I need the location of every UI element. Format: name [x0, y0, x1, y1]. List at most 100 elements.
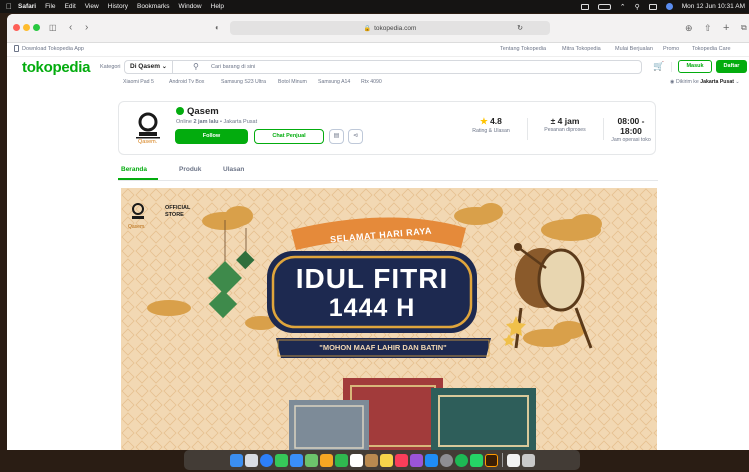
menu-edit[interactable]: Edit: [65, 3, 76, 10]
banner-headline-1: IDUL FITRI: [295, 263, 449, 294]
control-center-icon[interactable]: [648, 3, 657, 10]
maps-icon[interactable]: [304, 453, 318, 467]
follow-button[interactable]: Follow: [175, 129, 248, 144]
delivery-city: Jakarta Pusat: [700, 79, 734, 85]
banner-headline-2: 1444 H: [328, 294, 416, 322]
siri-icon[interactable]: [665, 3, 673, 10]
app-store-icon[interactable]: [424, 453, 438, 467]
register-button[interactable]: Daftar: [716, 60, 747, 73]
menu-bookmarks[interactable]: Bookmarks: [137, 3, 170, 10]
messages-icon[interactable]: [274, 453, 288, 467]
notes-icon[interactable]: [379, 453, 393, 467]
search-scope-dropdown[interactable]: Di Qasem ⌄: [125, 61, 173, 73]
launchpad-icon[interactable]: [244, 453, 258, 467]
system-settings-icon[interactable]: [439, 453, 453, 467]
tab-beranda[interactable]: Beranda: [121, 166, 147, 173]
link-tentang[interactable]: Tentang Tokopedia: [500, 46, 546, 52]
active-tab-indicator: [118, 178, 158, 180]
wifi-icon[interactable]: ⌃: [620, 3, 626, 11]
new-tab-icon[interactable]: +: [723, 21, 729, 35]
share-icon[interactable]: ⇧: [704, 21, 712, 35]
shop-logo[interactable]: Qasem.: [131, 110, 165, 146]
info-icon: ▤: [333, 133, 340, 139]
search-input[interactable]: Di Qasem ⌄ ⚲ Cari barang di sini: [124, 60, 642, 74]
search-spotlight-icon[interactable]: ⚲: [635, 3, 640, 11]
address-bar[interactable]: 🔒 tokopedia.com ↻: [230, 21, 550, 35]
official-store-label: OFFICIAL STORE: [165, 205, 190, 219]
back-icon[interactable]: ‹: [69, 21, 72, 35]
search-icon: ⚲: [193, 62, 199, 71]
reload-icon[interactable]: ↻: [517, 24, 523, 32]
zoom-window-button[interactable]: [33, 24, 40, 31]
keyword-link[interactable]: Rtx 4090: [361, 79, 382, 85]
shop-status-location: • Jakarta Pusat: [218, 119, 258, 125]
close-window-button[interactable]: [13, 24, 20, 31]
banner-subline: "MOHON MAAF LAHIR DAN BATIN": [319, 343, 447, 352]
whatsapp-icon[interactable]: [469, 453, 483, 467]
facetime-icon[interactable]: [334, 453, 348, 467]
keyword-link[interactable]: Samsung S23 Ultra: [221, 79, 266, 85]
menu-window[interactable]: Window: [179, 3, 202, 10]
login-button[interactable]: Masuk: [678, 60, 712, 73]
illustrator-icon[interactable]: [484, 453, 498, 467]
menu-app-safari[interactable]: Safari: [18, 3, 36, 10]
download-app-link[interactable]: Download Tokopedia App: [22, 46, 84, 52]
kategori-menu[interactable]: Kategori: [100, 64, 121, 70]
downloads-icon[interactable]: ⊕: [685, 21, 693, 35]
photos-icon[interactable]: [319, 453, 333, 467]
tab-produk[interactable]: Produk: [179, 166, 201, 173]
spotify-icon[interactable]: [454, 453, 468, 467]
menu-file[interactable]: File: [45, 3, 55, 10]
status-battery-icon[interactable]: [597, 3, 611, 10]
menu-history[interactable]: History: [108, 3, 128, 10]
mail-icon[interactable]: [289, 453, 303, 467]
safari-window: ◫ ‹ › ◐ 🔒 tokopedia.com ↻ ⊕ ⇧ + ⧉ Downlo…: [7, 14, 749, 450]
contacts-icon[interactable]: [364, 453, 378, 467]
share-button[interactable]: ⊲: [348, 129, 363, 144]
keyword-link[interactable]: Xiaomi Pad 5: [123, 79, 154, 85]
menu-view[interactable]: View: [85, 3, 99, 10]
clock-datetime[interactable]: Mon 12 Jun 10:31 AM: [682, 3, 745, 10]
shop-info-button[interactable]: ▤: [329, 129, 344, 144]
stat-rating[interactable]: ★ 4.8 Rating & Ulasan: [456, 116, 526, 134]
keyword-link[interactable]: Botol Minum: [278, 79, 307, 85]
privacy-shield-icon[interactable]: ◐: [215, 21, 220, 35]
stat-processing-value: ± 4 jam: [550, 116, 580, 126]
stat-rating-label: Rating & Ulasan: [472, 128, 510, 134]
tab-ulasan[interactable]: Ulasan: [223, 166, 244, 173]
link-mitra[interactable]: Mitra Tokopedia: [562, 46, 601, 52]
minimize-window-button[interactable]: [23, 24, 30, 31]
safari-icon[interactable]: [259, 453, 273, 467]
delivery-location[interactable]: ◉ Dikirim ke Jakarta Pusat ⌄: [670, 79, 740, 85]
delivery-prefix: Dikirim ke: [675, 79, 699, 85]
header-divider: [671, 62, 672, 72]
status-screen-icon[interactable]: [580, 3, 589, 10]
trash-icon[interactable]: [521, 453, 535, 467]
link-care[interactable]: Tokopedia Care: [692, 46, 731, 52]
keyword-link[interactable]: Android Tv Box: [169, 79, 204, 85]
finder-icon[interactable]: [229, 453, 243, 467]
sidebar-toggle-icon[interactable]: ◫: [49, 21, 57, 35]
chat-seller-button[interactable]: Chat Penjual: [254, 129, 324, 144]
calendar-icon[interactable]: [349, 453, 363, 467]
music-icon[interactable]: [394, 453, 408, 467]
stat-divider: [527, 118, 528, 140]
stat-processing: ± 4 jam Pesanan diproses: [530, 116, 600, 133]
official-label-line1: OFFICIAL: [165, 205, 191, 211]
chevron-down-icon: ⌄: [735, 79, 740, 85]
keyword-link[interactable]: Samsung A14: [318, 79, 350, 85]
document-icon[interactable]: [506, 453, 520, 467]
apple-menu-icon[interactable]: : [6, 2, 12, 11]
cart-icon[interactable]: 🛒: [653, 61, 664, 72]
tab-overview-icon[interactable]: ⧉: [741, 21, 747, 35]
podcasts-icon[interactable]: [409, 453, 423, 467]
link-mulai-berjualan[interactable]: Mulai Berjualan: [615, 46, 653, 52]
forward-icon[interactable]: ›: [85, 21, 88, 35]
menu-help[interactable]: Help: [211, 3, 224, 10]
tokopedia-logo[interactable]: tokopedia: [22, 59, 90, 76]
chevron-down-icon: ⌄: [161, 64, 167, 70]
eid-banner[interactable]: Qasem. OFFICIAL STORE SELAMAT HARI RAYA …: [121, 188, 657, 450]
qasem-logo-icon: [132, 203, 144, 219]
banner-store-logo: Qasem.: [128, 202, 166, 238]
link-promo[interactable]: Promo: [663, 46, 679, 52]
